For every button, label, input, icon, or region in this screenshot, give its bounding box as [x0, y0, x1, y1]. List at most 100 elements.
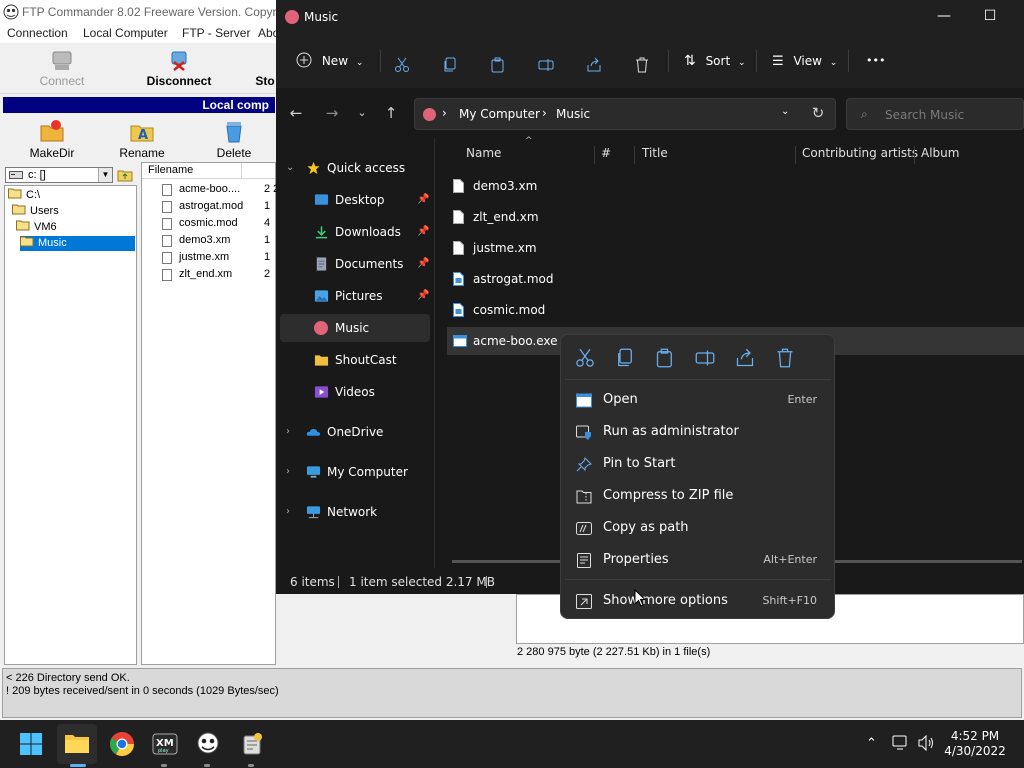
- sort-button[interactable]: ⇅ Sort ⌄: [684, 49, 746, 73]
- list-item[interactable]: demo3.xm: [447, 172, 1024, 200]
- column-number[interactable]: #: [601, 146, 611, 160]
- filename-column-header[interactable]: Filename: [142, 163, 275, 179]
- installer-icon[interactable]: [238, 730, 266, 758]
- file-row[interactable]: justme.xm 1: [142, 249, 277, 266]
- list-item[interactable]: cosmic.mod: [447, 296, 1024, 324]
- column-album[interactable]: Album: [921, 146, 959, 160]
- file-icon: [453, 210, 464, 224]
- menu-item-properties[interactable]: Properties Alt+Enter: [567, 545, 829, 575]
- nav-pictures[interactable]: Pictures 📌: [276, 282, 432, 310]
- rename-icon[interactable]: [695, 348, 715, 368]
- up-folder-icon[interactable]: [117, 168, 133, 182]
- copy-icon[interactable]: [442, 53, 458, 77]
- menu-item-run-as-admin[interactable]: Run as administrator: [567, 417, 829, 447]
- xmplay-icon[interactable]: XM play: [151, 730, 179, 758]
- minimize-icon[interactable]: —: [936, 8, 952, 24]
- refresh-icon[interactable]: ↻: [810, 104, 826, 122]
- breadcrumb-my-computer[interactable]: My Computer: [459, 107, 540, 121]
- chevron-down-icon: ▼: [98, 168, 112, 182]
- download-icon: [315, 226, 328, 239]
- file-row[interactable]: cosmic.mod 4: [142, 215, 277, 232]
- tree-item-users[interactable]: Users: [12, 204, 59, 219]
- rename-icon[interactable]: [538, 53, 554, 77]
- nav-network[interactable]: › Network: [276, 498, 432, 526]
- nav-my-computer[interactable]: › My Computer: [276, 458, 432, 486]
- chrome-icon[interactable]: [108, 730, 136, 758]
- column-name[interactable]: Name: [466, 146, 501, 160]
- nav-documents[interactable]: Documents 📌: [276, 250, 432, 278]
- new-button[interactable]: New ⌄: [296, 49, 363, 73]
- search-box[interactable]: ⌕: [846, 98, 1024, 130]
- tree-item-c[interactable]: C:\: [8, 188, 40, 203]
- nav-shoutcast[interactable]: ShoutCast: [276, 346, 432, 374]
- share-icon[interactable]: [586, 53, 602, 77]
- menu-connection[interactable]: Connection: [7, 26, 68, 40]
- recent-locations-icon[interactable]: ⌄: [354, 105, 370, 121]
- back-arrow-icon[interactable]: ←: [288, 105, 304, 121]
- file-row[interactable]: demo3.xm 1: [142, 232, 277, 249]
- nav-onedrive[interactable]: › OneDrive: [276, 418, 432, 446]
- taskbar-file-explorer[interactable]: [57, 724, 97, 764]
- delete-icon[interactable]: [775, 348, 795, 368]
- menu-item-compress-zip[interactable]: Compress to ZIP file: [567, 481, 829, 511]
- address-bar[interactable]: › My Computer › Music ⌄: [414, 98, 836, 130]
- tree-item-vm6[interactable]: VM6: [16, 220, 57, 235]
- nav-downloads[interactable]: Downloads 📌: [276, 218, 432, 246]
- rename-button[interactable]: A Rename: [118, 118, 166, 160]
- cloud-icon: [306, 429, 321, 436]
- breadcrumb-music[interactable]: Music: [556, 107, 590, 121]
- menu-item-pin-to-start[interactable]: Pin to Start: [567, 449, 829, 479]
- disconnect-button[interactable]: Disconnect: [146, 50, 212, 88]
- tree-item-music[interactable]: Music: [20, 236, 135, 251]
- menu-item-copy-as-path[interactable]: Copy as path: [567, 513, 829, 543]
- share-icon[interactable]: [735, 348, 755, 368]
- menu-ftp-server[interactable]: FTP - Server: [182, 26, 250, 40]
- paste-icon[interactable]: [655, 348, 675, 368]
- nav-quick-access[interactable]: ⌄ Quick access: [276, 154, 432, 182]
- file-row[interactable]: zlt_end.xm 2: [142, 266, 277, 283]
- makedir-button[interactable]: MakeDir: [28, 118, 76, 160]
- menu-item-open[interactable]: Open Enter: [567, 385, 829, 415]
- chevron-right-icon: ›: [442, 106, 447, 120]
- nav-videos[interactable]: Videos: [276, 378, 432, 406]
- copy-icon[interactable]: [615, 348, 635, 368]
- windows-start-icon[interactable]: [19, 732, 43, 756]
- show-hidden-icons-icon[interactable]: ⌃: [866, 735, 877, 751]
- ftp-commander-icon[interactable]: [194, 730, 222, 758]
- list-item[interactable]: justme.xm: [447, 234, 1024, 262]
- delete-icon[interactable]: [634, 53, 650, 77]
- maximize-icon[interactable]: ☐: [982, 8, 998, 24]
- forward-arrow-icon[interactable]: →: [324, 105, 340, 121]
- delete-button[interactable]: Delete: [210, 118, 258, 160]
- list-item[interactable]: astrogat.mod: [447, 265, 1024, 293]
- shield-icon: [576, 425, 591, 440]
- up-arrow-icon[interactable]: ↑: [383, 105, 399, 121]
- view-button[interactable]: ☰ View ⌄: [772, 49, 837, 73]
- menu-local-computer[interactable]: Local Computer: [83, 26, 168, 40]
- network-icon[interactable]: [892, 735, 910, 751]
- nav-desktop[interactable]: Desktop 📌: [276, 186, 432, 214]
- stop-button[interactable]: Sto: [254, 74, 276, 88]
- column-contributing-artists[interactable]: Contributing artists: [802, 146, 918, 160]
- mouse-cursor-icon: [634, 589, 646, 607]
- paste-icon[interactable]: [490, 53, 506, 77]
- file-row[interactable]: acme-boo.... 2 2: [142, 181, 279, 198]
- cut-icon[interactable]: [394, 53, 410, 77]
- nav-music[interactable]: Music: [280, 314, 430, 342]
- list-item[interactable]: zlt_end.xm: [447, 203, 1024, 231]
- connect-button[interactable]: Connect: [36, 50, 88, 88]
- file-row[interactable]: astrogat.mod 1: [142, 198, 277, 215]
- svg-text:play: play: [158, 748, 169, 754]
- sort-icon: ⇅: [684, 53, 696, 69]
- cut-icon[interactable]: [575, 348, 595, 368]
- search-input[interactable]: [885, 106, 1015, 124]
- chevron-down-icon[interactable]: ⌄: [781, 106, 789, 117]
- music-icon: [314, 321, 328, 335]
- menu-item-show-more-options[interactable]: Show more options Shift+F10: [567, 586, 829, 616]
- show-more-icon: [576, 594, 592, 609]
- drive-select[interactable]: c: [] ▼: [5, 167, 113, 183]
- column-title[interactable]: Title: [642, 146, 668, 160]
- clock[interactable]: 4:52 PM 4/30/2022: [940, 729, 1010, 759]
- more-options-button[interactable]: •••: [866, 49, 885, 73]
- volume-icon[interactable]: [917, 735, 935, 751]
